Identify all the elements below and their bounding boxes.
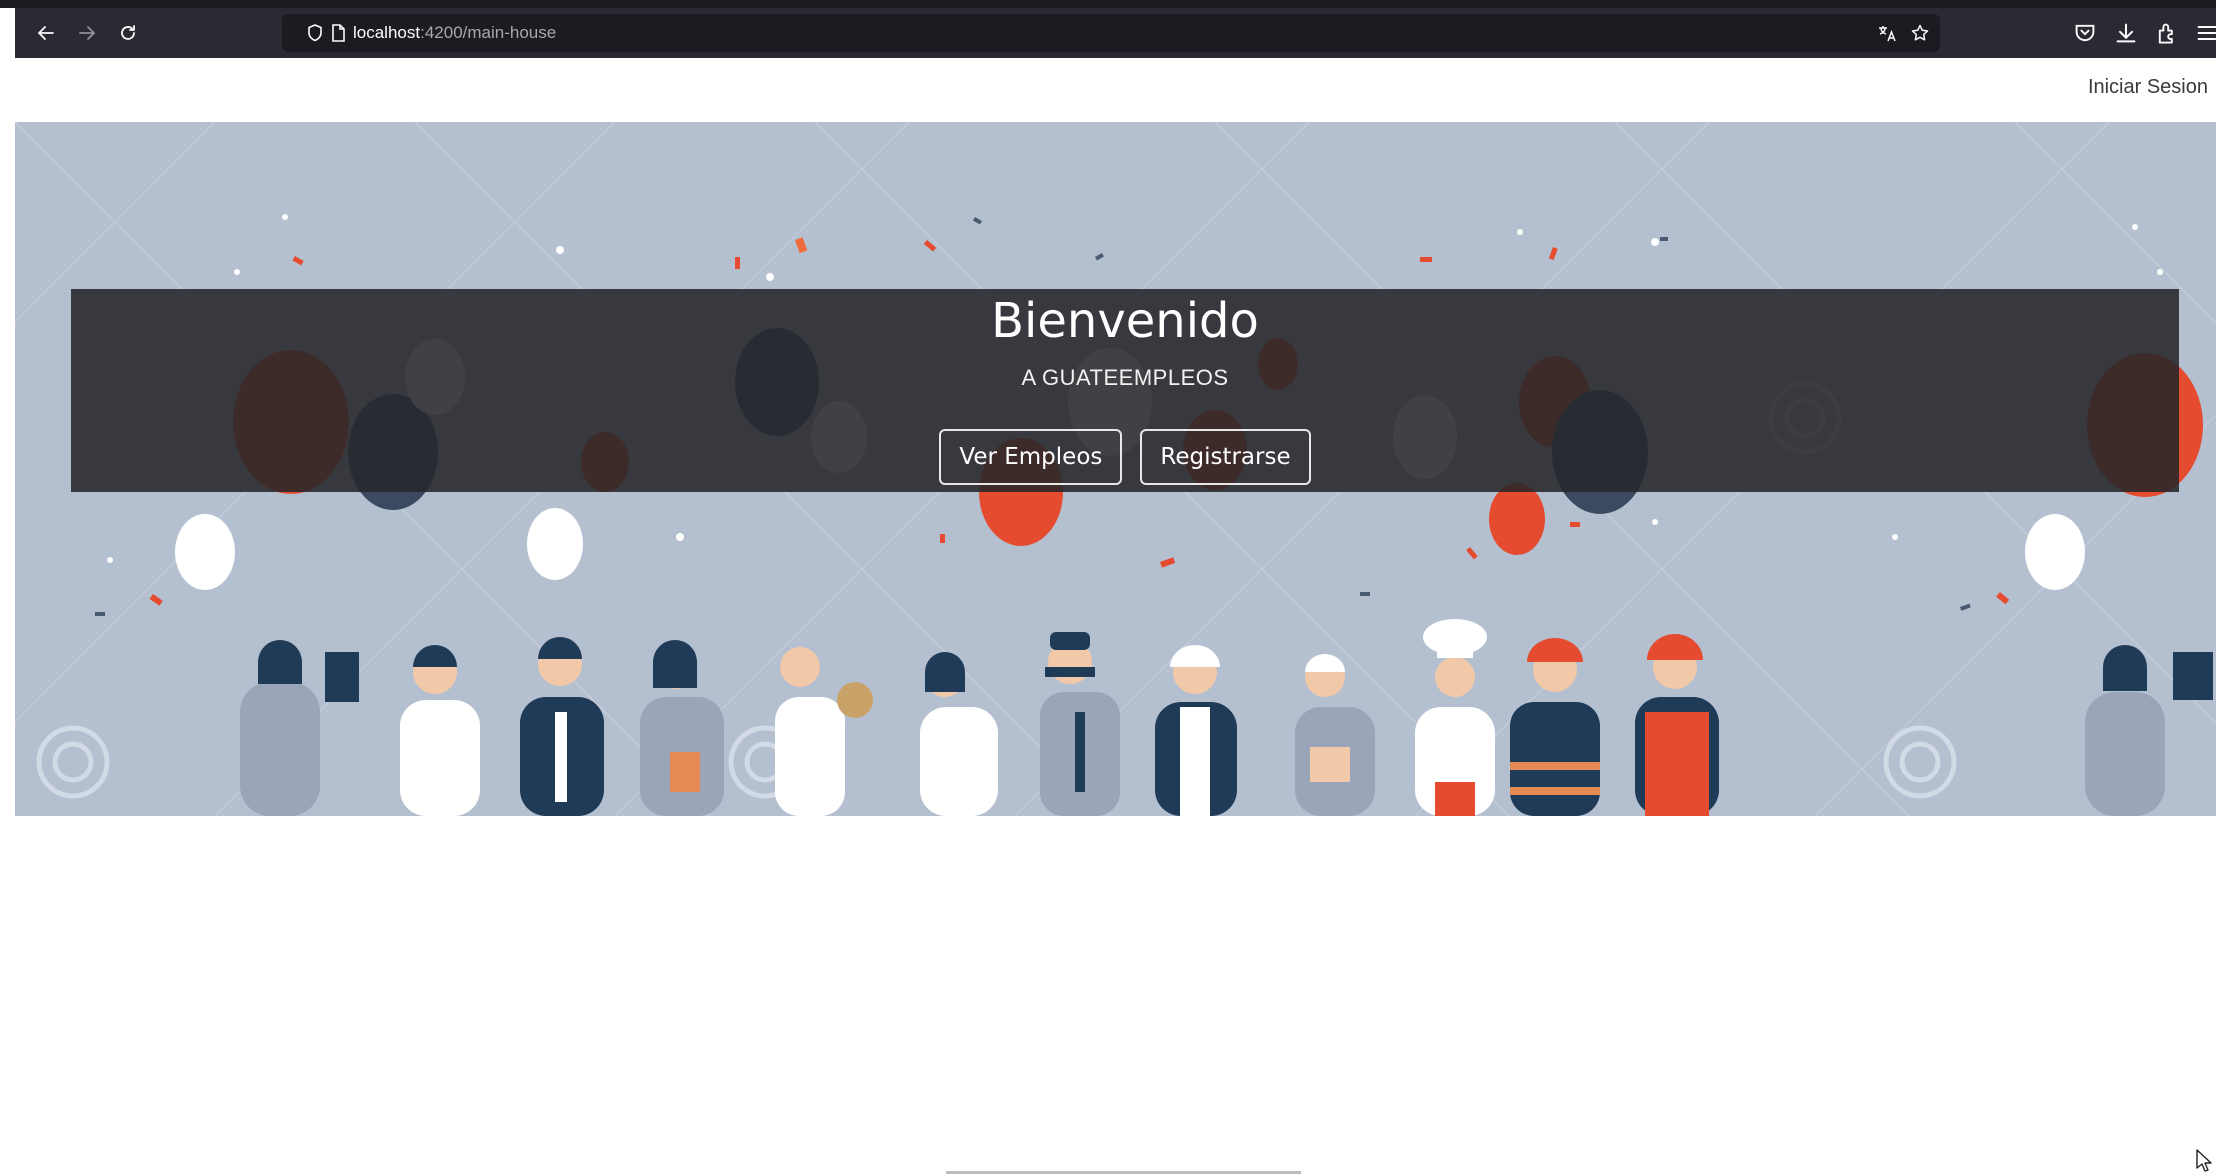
hero-banner: Bienvenido A GUATEEMPLEOS Ver Empleos Re…	[15, 122, 2216, 816]
register-button[interactable]: Registrarse	[1140, 429, 1311, 485]
mouse-cursor-icon	[2196, 1149, 2212, 1172]
browser-toolbar: localhost:4200/main-house	[15, 8, 2216, 58]
pocket-icon[interactable]	[2073, 21, 2097, 45]
address-bar[interactable]: localhost:4200/main-house	[282, 14, 1940, 52]
reload-icon[interactable]	[116, 21, 140, 45]
welcome-subtitle: A GUATEEMPLEOS	[1021, 365, 1229, 390]
view-jobs-button[interactable]: Ver Empleos	[939, 429, 1123, 485]
url-host: localhost	[353, 23, 421, 42]
welcome-title: Bienvenido	[991, 293, 1259, 349]
star-icon[interactable]	[1910, 23, 1930, 43]
page-icon[interactable]	[328, 23, 348, 43]
forward-arrow-icon[interactable]	[75, 21, 99, 45]
url-text[interactable]: localhost:4200/main-house	[353, 14, 556, 52]
extensions-icon[interactable]	[2155, 21, 2179, 45]
shield-icon[interactable]	[305, 23, 325, 43]
hero-actions: Ver Empleos Registrarse	[71, 429, 2179, 485]
url-path: :4200/main-house	[420, 23, 557, 42]
window-top-strip	[0, 0, 2216, 8]
welcome-panel: Bienvenido A GUATEEMPLEOS Ver Empleos Re…	[71, 289, 2179, 492]
download-icon[interactable]	[2114, 21, 2138, 45]
hamburger-menu-icon[interactable]	[2195, 21, 2216, 45]
translate-icon[interactable]	[1877, 23, 1897, 43]
login-link[interactable]: Iniciar Sesion	[2088, 76, 2208, 99]
back-arrow-icon[interactable]	[34, 21, 58, 45]
